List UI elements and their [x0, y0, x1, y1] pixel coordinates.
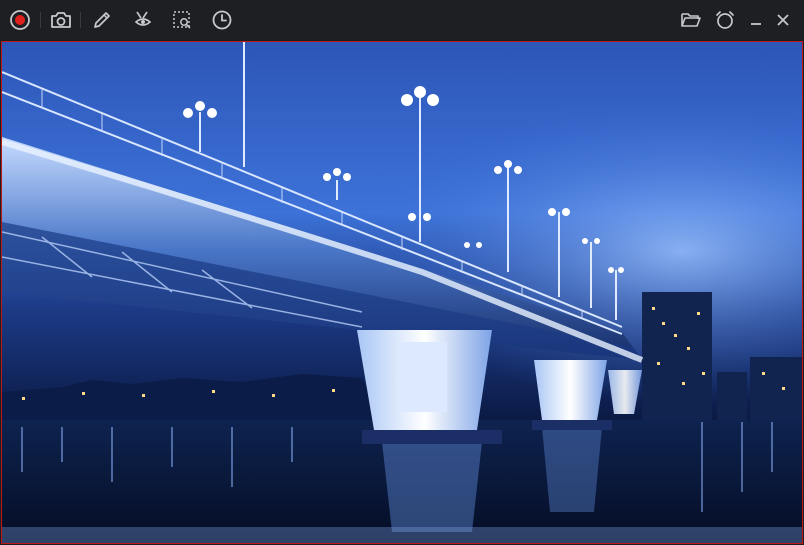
open-folder-button[interactable]	[679, 8, 703, 32]
night-bridge-photo	[2, 42, 802, 543]
region-select-button[interactable]	[170, 8, 194, 32]
top-toolbar	[0, 0, 804, 40]
minimize-icon	[751, 23, 761, 25]
alarm-button[interactable]	[713, 8, 737, 32]
camera-icon	[51, 12, 71, 28]
minimize-button[interactable]	[744, 8, 768, 32]
folder-open-icon	[681, 13, 701, 27]
pencil-icon	[94, 12, 110, 28]
crop-select-icon	[173, 11, 191, 29]
erase-button[interactable]	[131, 8, 155, 32]
capture-area[interactable]	[1, 41, 803, 544]
record-button[interactable]	[8, 8, 32, 32]
toolbar-divider	[40, 12, 41, 28]
schedule-button[interactable]	[210, 8, 234, 32]
close-button[interactable]	[771, 8, 795, 32]
draw-button[interactable]	[90, 8, 114, 32]
record-icon	[10, 10, 30, 30]
clock-icon	[212, 10, 232, 30]
screenshot-button[interactable]	[49, 8, 73, 32]
eraser-icon	[134, 11, 152, 26]
alarm-clock-icon	[716, 11, 734, 29]
toolbar-divider	[80, 12, 81, 28]
close-icon	[777, 14, 789, 26]
